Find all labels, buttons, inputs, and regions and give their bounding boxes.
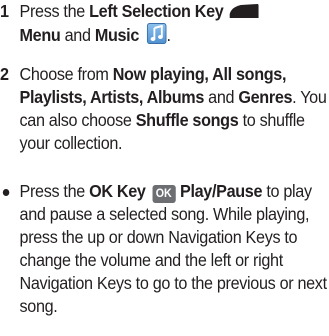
- music-label: Music: [94, 25, 140, 45]
- menu-label: Menu: [19, 25, 61, 45]
- step-text: Choose from Now playing, All songs, Play…: [20, 63, 328, 155]
- step-text: Press the Left Selection Key Menu and Mu…: [20, 0, 328, 47]
- text-segment: and: [204, 87, 239, 107]
- left-selection-key-icon: [228, 3, 260, 20]
- step-text: Press the OK Key OK Play/Pause to play and…: [20, 180, 328, 318]
- step-number: 1: [0, 1, 9, 21]
- text-segment: Press the: [19, 181, 90, 201]
- genres-label: Genres: [238, 87, 293, 107]
- ok-key-icon: OK: [152, 185, 176, 203]
- instruction-list: 1 Press the Left Selection Key Menu and …: [0, 0, 327, 336]
- text-segment: and: [60, 25, 95, 45]
- left-selection-key-label: Left Selection Key: [89, 1, 224, 21]
- ok-key-label: OK Key: [89, 181, 146, 201]
- shuffle-songs-label: Shuffle songs: [135, 110, 239, 130]
- text-segment: Press the: [19, 1, 90, 21]
- step-2: 2 Choose from Now playing, All songs, Pl…: [0, 63, 327, 155]
- bullet-icon: [2, 189, 10, 196]
- step-1: 1 Press the Left Selection Key Menu and …: [0, 0, 327, 47]
- text-segment: Choose from: [19, 64, 113, 84]
- text-segment: .: [166, 25, 171, 45]
- music-app-icon: [146, 23, 167, 44]
- step-number: 2: [0, 64, 9, 84]
- play-pause-label: Play/Pause: [179, 181, 263, 201]
- bullet-step: Press the OK Key OK Play/Pause to play and…: [0, 180, 327, 318]
